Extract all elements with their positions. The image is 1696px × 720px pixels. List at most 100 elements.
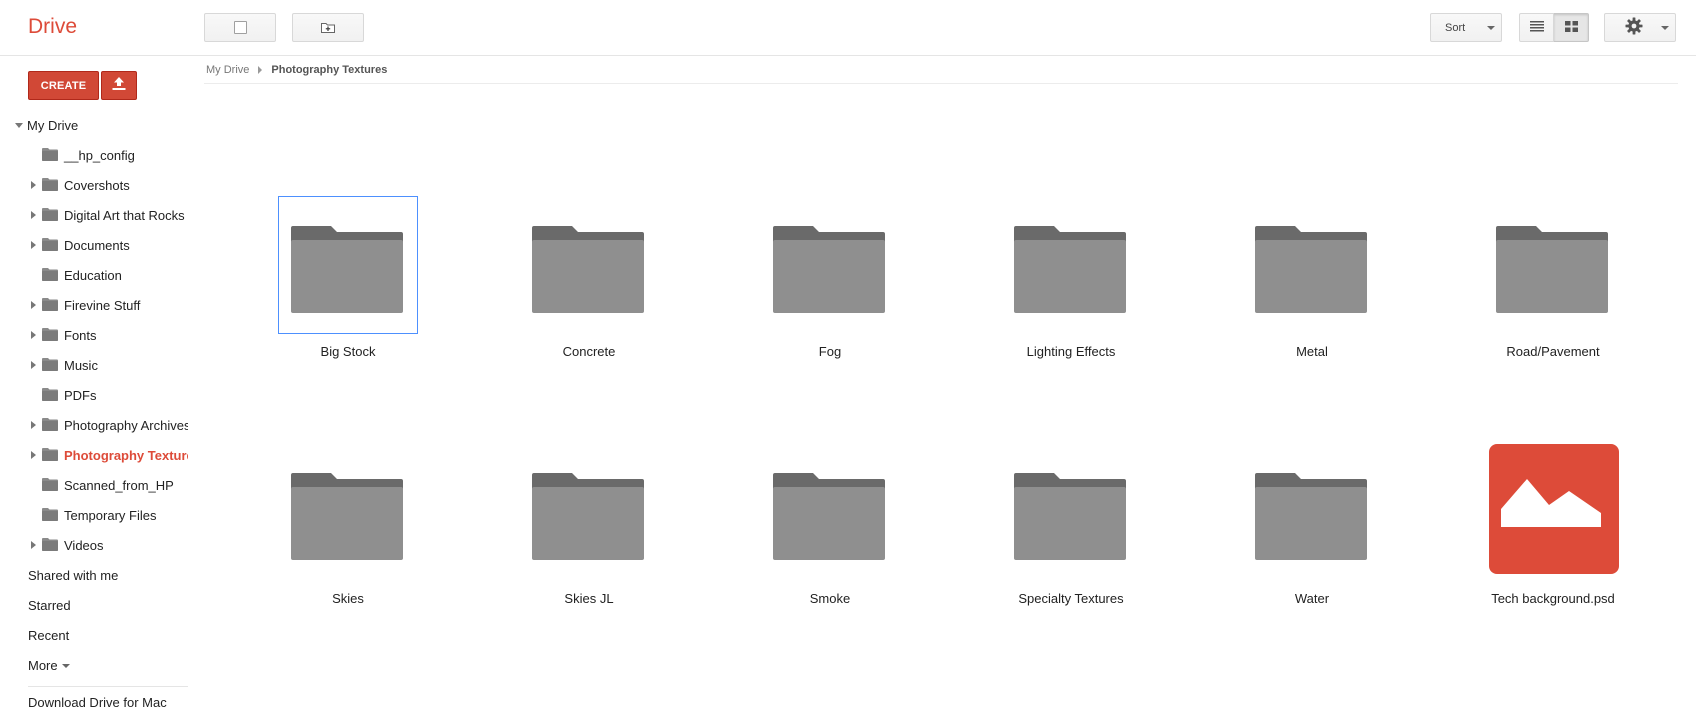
folder-thumbnail[interactable] <box>1242 443 1382 581</box>
list-view-button[interactable] <box>1519 13 1554 42</box>
chevron-right-icon[interactable] <box>31 241 36 249</box>
sidebar-more-button[interactable]: More <box>0 650 192 680</box>
folder-icon <box>42 208 58 224</box>
chevron-right-icon[interactable] <box>31 541 36 549</box>
folder-item[interactable]: Concrete <box>519 196 659 376</box>
sidebar-nav-item[interactable]: Starred <box>0 590 192 620</box>
sidebar-item-folder[interactable]: Education <box>0 260 188 290</box>
folder-item[interactable]: Water <box>1242 443 1382 623</box>
chevron-right-icon[interactable] <box>31 361 36 369</box>
create-button[interactable]: CREATE <box>28 71 99 100</box>
item-name: Big Stock <box>320 344 376 359</box>
item-name: Smoke <box>809 591 851 606</box>
chevron-right-icon[interactable] <box>31 301 36 309</box>
sidebar-item-folder[interactable]: Firevine Stuff <box>0 290 188 320</box>
gear-icon <box>1625 17 1643 38</box>
breadcrumb-current: Photography Textures <box>271 64 388 76</box>
item-name: Tech background.psd <box>1491 591 1615 606</box>
folder-item[interactable]: Fog <box>760 196 900 376</box>
sidebar-item-label: Music <box>64 358 98 373</box>
folder-icon <box>42 448 58 464</box>
breadcrumb: My Drive Photography Textures <box>206 64 387 76</box>
sidebar-item-folder[interactable]: Music <box>0 350 188 380</box>
upload-button[interactable] <box>101 71 137 100</box>
folder-icon <box>42 268 58 284</box>
folder-icon <box>42 538 58 554</box>
folder-thumbnail[interactable] <box>1001 196 1141 334</box>
folder-item[interactable]: Specialty Textures <box>1001 443 1141 623</box>
folder-thumbnail[interactable] <box>519 196 659 334</box>
chevron-right-icon[interactable] <box>31 331 36 339</box>
folder-icon <box>42 148 58 164</box>
new-folder-icon <box>321 22 335 33</box>
view-toggle <box>1519 13 1589 42</box>
folder-thumbnail[interactable] <box>519 443 659 581</box>
sidebar-item-folder[interactable]: Scanned_from_HP <box>0 470 188 500</box>
sidebar-item-folder[interactable]: Photography Textures <box>0 440 188 470</box>
download-drive-link[interactable]: Download Drive for Mac <box>0 687 192 717</box>
top-bar: Drive Sort <box>0 0 1696 56</box>
sort-button[interactable]: Sort <box>1430 13 1502 42</box>
sidebar-item-folder[interactable]: Documents <box>0 230 188 260</box>
breadcrumb-divider <box>204 83 1678 84</box>
sidebar-item-folder[interactable]: __hp_config <box>0 140 188 170</box>
item-name: Metal <box>1296 344 1328 359</box>
folder-item[interactable]: Skies <box>278 443 418 623</box>
sidebar-item-label: Digital Art that Rocks <box>64 208 185 223</box>
folder-icon <box>42 508 58 524</box>
chevron-right-icon[interactable] <box>31 421 36 429</box>
sidebar-item-label: Covershots <box>64 178 130 193</box>
folder-item[interactable]: Smoke <box>760 443 900 623</box>
sidebar: CREATE My Drive __hp_config Covershots Dig… <box>0 56 192 720</box>
sidebar-nav-label: Starred <box>28 597 71 613</box>
sidebar-item-folder[interactable]: PDFs <box>0 380 188 410</box>
folder-thumbnail[interactable] <box>760 196 900 334</box>
sidebar-item-label: Temporary Files <box>64 508 157 523</box>
folder-item[interactable]: Metal <box>1242 196 1382 376</box>
upload-icon <box>111 75 127 96</box>
settings-button[interactable] <box>1604 13 1676 42</box>
item-name: Concrete <box>562 344 616 359</box>
select-all-checkbox-button[interactable] <box>204 13 276 42</box>
folder-icon <box>42 388 58 404</box>
folder-thumbnail[interactable] <box>278 196 418 334</box>
chevron-down-icon <box>1661 26 1669 30</box>
sidebar-item-my-drive[interactable]: My Drive <box>0 110 188 140</box>
sidebar-item-folder[interactable]: Temporary Files <box>0 500 188 530</box>
chevron-down-icon <box>1487 26 1495 30</box>
folder-item[interactable]: Lighting Effects <box>1001 196 1141 376</box>
folder-thumbnail[interactable] <box>1001 443 1141 581</box>
item-name: Skies JL <box>564 591 614 606</box>
sidebar-item-label: Photography Archives <box>64 418 188 433</box>
breadcrumb-root[interactable]: My Drive <box>206 64 249 76</box>
folder-thumbnail[interactable] <box>278 443 418 581</box>
sidebar-item-folder[interactable]: Videos <box>0 530 188 560</box>
drive-logo[interactable]: Drive <box>28 15 77 39</box>
chevron-right-icon[interactable] <box>31 211 36 219</box>
sidebar-nav-item[interactable]: Shared with me <box>0 560 192 590</box>
folder-thumbnail[interactable] <box>1242 196 1382 334</box>
folder-item[interactable]: Road/Pavement <box>1483 196 1623 376</box>
download-drive-label: Download Drive for Mac <box>28 694 167 710</box>
chevron-right-icon[interactable] <box>31 181 36 189</box>
folder-icon <box>42 328 58 344</box>
folder-thumbnail[interactable] <box>1483 196 1623 334</box>
folder-item[interactable]: Big Stock <box>278 196 418 376</box>
sidebar-item-folder[interactable]: Photography Archives <box>0 410 188 440</box>
sidebar-nav-item[interactable]: Recent <box>0 620 192 650</box>
folder-thumbnail[interactable] <box>760 443 900 581</box>
folder-item[interactable]: Skies JL <box>519 443 659 623</box>
folder-icon <box>42 358 58 374</box>
chevron-right-icon[interactable] <box>31 451 36 459</box>
file-item[interactable]: Tech background.psd <box>1483 443 1623 623</box>
sidebar-item-folder[interactable]: Fonts <box>0 320 188 350</box>
image-thumbnail[interactable] <box>1483 443 1623 581</box>
sidebar-item-folder[interactable]: Digital Art that Rocks <box>0 200 188 230</box>
sidebar-item-folder[interactable]: Covershots <box>0 170 188 200</box>
grid-view-button[interactable] <box>1554 13 1589 42</box>
chevron-down-icon[interactable] <box>15 123 23 128</box>
sidebar-item-label: Documents <box>64 238 130 253</box>
new-folder-button[interactable] <box>292 13 364 42</box>
folder-icon <box>42 478 58 494</box>
sort-label: Sort <box>1445 21 1466 34</box>
